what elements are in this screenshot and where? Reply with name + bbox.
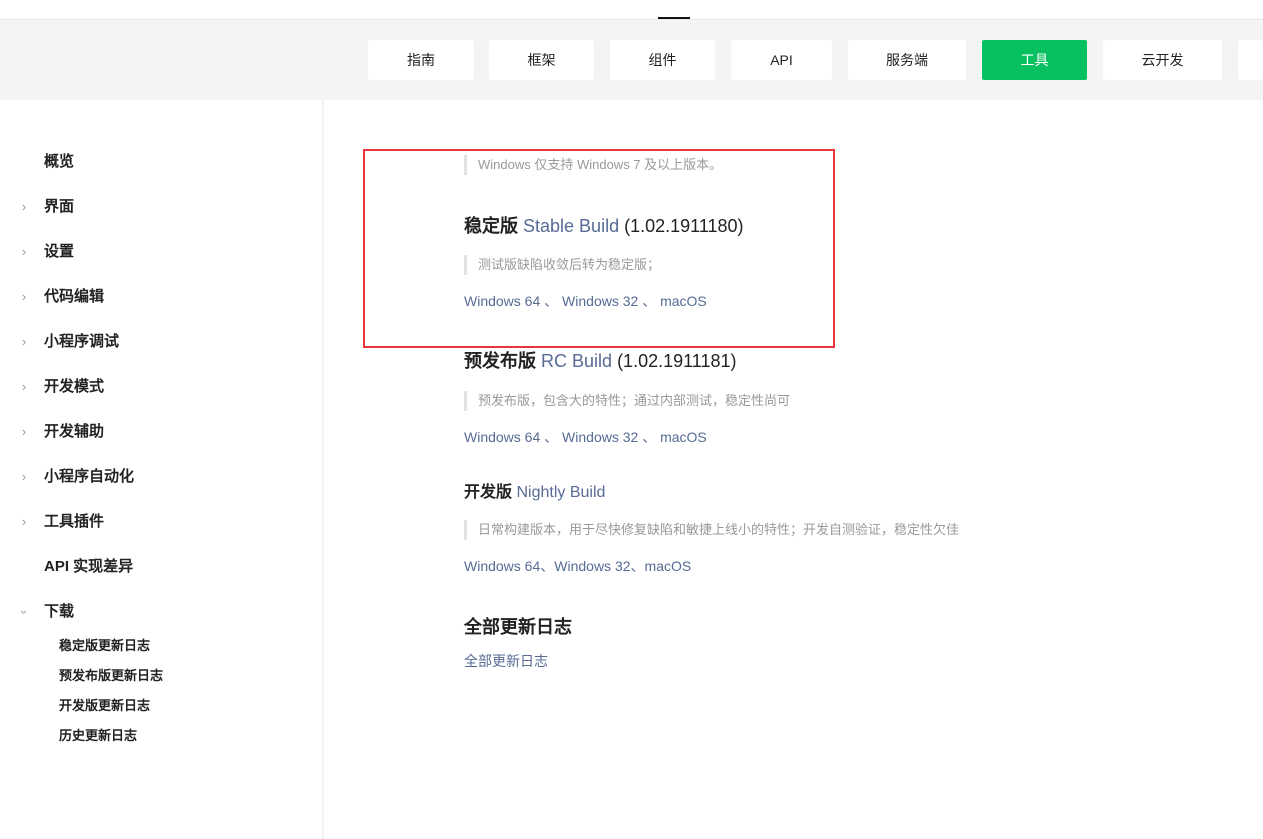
nightly-description: 日常构建版本，用于尽快修复缺陷和敏捷上线小的特性；开发自测验证，稳定性欠佳 [464,520,959,540]
rc-download-macos[interactable]: macOS [660,429,707,445]
chevron-right-icon: › [21,379,27,394]
nightly-download-macos[interactable]: macOS [645,558,692,574]
chevron-down-icon: › [17,609,32,615]
sidebar-item-label: 概览 [44,153,75,170]
chevron-right-icon: › [21,244,27,259]
rc-version: (1.02.1911181) [617,351,737,371]
rc-download-win64[interactable]: Windows 64 [464,429,540,445]
sidebar-item-debugging[interactable]: › 小程序调试 [0,330,323,354]
chevron-right-icon: › [21,199,27,214]
rc-description: 预发布版，包含大的特性；通过内部测试，稳定性尚可 [464,391,790,411]
tab-server[interactable]: 服务端 [848,40,966,80]
sidebar-subitem-nightly-changelog[interactable]: 开发版更新日志 [59,696,150,716]
sidebar-item-api-differences[interactable]: API 实现差异 [0,555,323,579]
highlight-box [363,149,835,348]
rc-download-win32[interactable]: Windows 32 [562,429,638,445]
sidebar-item-label: 代码编辑 [44,288,105,305]
sidebar-subitem-rc-changelog[interactable]: 预发布版更新日志 [59,666,163,686]
tab-components[interactable]: 组件 [610,40,715,80]
separator: 、 [638,429,661,445]
changelog-links: 全部更新日志 [464,651,548,671]
sidebar-item-dev-assist[interactable]: › 开发辅助 [0,420,323,444]
sidebar-item-dev-mode[interactable]: › 开发模式 [0,375,323,399]
tab-api[interactable]: API [731,40,832,80]
chevron-right-icon: › [21,469,27,484]
nightly-title-prefix: 开发版 [464,484,513,501]
chevron-right-icon: › [21,424,27,439]
chevron-right-icon: › [21,514,27,529]
top-strip [0,0,1263,20]
all-changelog-link[interactable]: 全部更新日志 [464,653,548,669]
top-navigation: 指南 框架 组件 API 服务端 工具 云开发 [0,21,1263,100]
nightly-build-link[interactable]: Nightly Build [516,484,605,501]
sidebar-item-code-editing[interactable]: › 代码编辑 [0,285,323,309]
sidebar-item-label: 小程序调试 [44,333,120,350]
rc-build-heading: 预发布版 RC Build (1.02.1911181) [464,349,737,373]
sidebar-item-plugins[interactable]: › 工具插件 [0,510,323,534]
nightly-build-heading: 开发版 Nightly Build [464,481,605,505]
sidebar-item-label: 开发辅助 [44,423,105,440]
sidebar-item-label: API 实现差异 [44,558,134,575]
sidebar-subitem-stable-changelog[interactable]: 稳定版更新日志 [59,636,150,656]
tab-guide[interactable]: 指南 [368,40,474,80]
separator: 、 [540,429,563,445]
rc-build-link[interactable]: RC Build [541,351,612,371]
top-active-indicator [658,17,690,19]
rc-download-links: Windows 64 、 Windows 32 、 macOS [464,427,707,447]
sidebar-item-automation[interactable]: › 小程序自动化 [0,465,323,489]
nightly-download-win32[interactable]: Windows 32 [554,558,630,574]
sidebar-item-settings[interactable]: › 设置 [0,240,323,264]
sidebar: 概览 › 界面 › 设置 › 代码编辑 › 小程序调试 › 开发模式 › 开发辅… [0,100,323,839]
changelog-heading: 全部更新日志 [464,617,572,637]
sidebar-item-label: 界面 [44,198,75,215]
separator: 、 [540,558,555,574]
sidebar-item-label: 工具插件 [44,513,105,530]
sidebar-item-label: 开发模式 [44,378,105,395]
separator: 、 [630,558,645,574]
sidebar-item-download[interactable]: › 下载 [0,600,323,624]
tab-cloud-dev[interactable]: 云开发 [1103,40,1222,80]
tab-tools[interactable]: 工具 [982,40,1087,80]
tab-overflow[interactable] [1238,40,1263,80]
tab-framework[interactable]: 框架 [489,40,594,80]
sidebar-item-label: 设置 [44,243,75,260]
chevron-right-icon: › [21,289,27,304]
sidebar-item-label: 小程序自动化 [44,468,135,485]
sidebar-item-interface[interactable]: › 界面 [0,195,323,219]
sidebar-item-overview[interactable]: 概览 [0,150,323,174]
nightly-download-links: Windows 64、Windows 32、macOS [464,556,691,576]
sidebar-subitem-history-changelog[interactable]: 历史更新日志 [59,726,137,746]
chevron-right-icon: › [21,334,27,349]
rc-title-prefix: 预发布版 [464,351,536,371]
sidebar-item-label: 下载 [44,603,75,620]
nightly-download-win64[interactable]: Windows 64 [464,558,540,574]
